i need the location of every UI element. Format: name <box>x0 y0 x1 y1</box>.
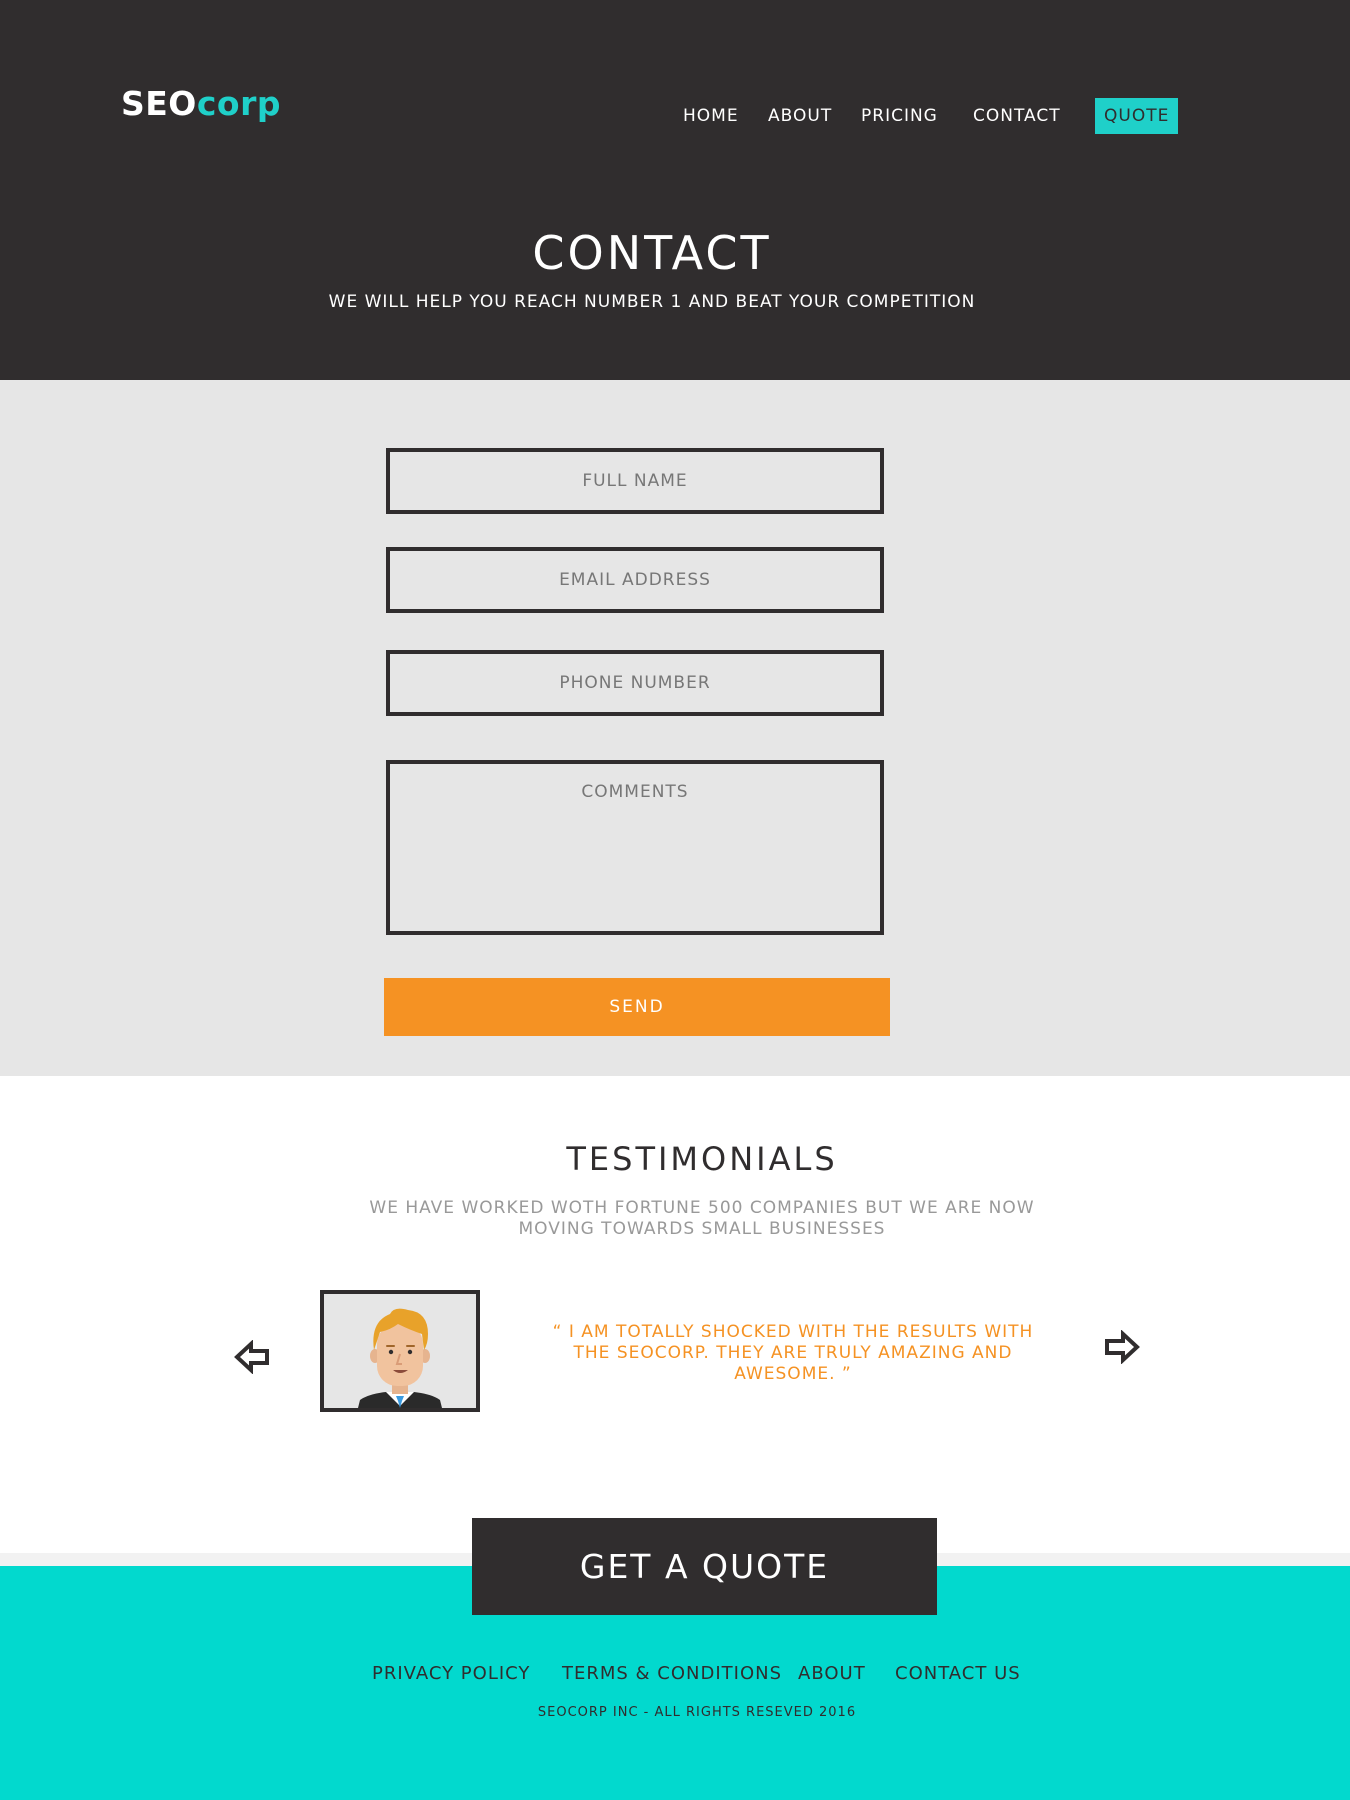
logo-accent: corp <box>196 84 282 123</box>
footer-privacy-link[interactable]: PRIVACY POLICY <box>372 1663 530 1684</box>
nav-contact[interactable]: CONTACT <box>973 98 1061 134</box>
testimonial-quote: “ I AM TOTALLY SHOCKED WITH THE RESULTS … <box>552 1322 1034 1384</box>
footer-terms-link[interactable]: TERMS & CONDITIONS <box>562 1663 782 1684</box>
site-header: SEOcorp HOME ABOUT PRICING CONTACT QUOTE… <box>0 0 1350 380</box>
testimonials-subtitle: WE HAVE WORKED WOTH FORTUNE 500 COMPANIE… <box>369 1198 1035 1239</box>
nav-about[interactable]: ABOUT <box>768 98 832 134</box>
testimonial-avatar <box>320 1290 480 1412</box>
get-quote-button[interactable]: GET A QUOTE <box>472 1518 937 1615</box>
send-button[interactable]: SEND <box>384 978 890 1036</box>
arrow-right-icon[interactable] <box>1102 1330 1140 1364</box>
comments-field[interactable]: COMMENTS <box>386 760 884 935</box>
arrow-left-icon[interactable] <box>234 1340 272 1374</box>
footer-contact-link[interactable]: CONTACT US <box>895 1663 1021 1684</box>
footer-about-link[interactable]: ABOUT <box>798 1663 866 1684</box>
nav-home[interactable]: HOME <box>683 98 739 134</box>
nav-quote-button[interactable]: QUOTE <box>1095 98 1179 134</box>
page-title: CONTACT <box>532 226 772 280</box>
nav-pricing[interactable]: PRICING <box>861 98 938 134</box>
person-avatar-icon <box>324 1294 476 1408</box>
full-name-field[interactable]: FULL NAME <box>386 448 884 514</box>
page-subtitle: WE WILL HELP YOU REACH NUMBER 1 AND BEAT… <box>328 292 976 312</box>
contact-form: FULL NAME EMAIL ADDRESS PHONE NUMBER COM… <box>0 380 1350 1076</box>
email-field[interactable]: EMAIL ADDRESS <box>386 547 884 613</box>
phone-field[interactable]: PHONE NUMBER <box>386 650 884 716</box>
logo[interactable]: SEOcorp <box>121 84 281 123</box>
testimonials-title: TESTIMONIALS <box>566 1140 838 1178</box>
logo-primary: SEO <box>121 84 197 123</box>
copyright-text: SEOCORP INC - ALL RIGHTS RESEVED 2016 <box>537 1705 857 1720</box>
